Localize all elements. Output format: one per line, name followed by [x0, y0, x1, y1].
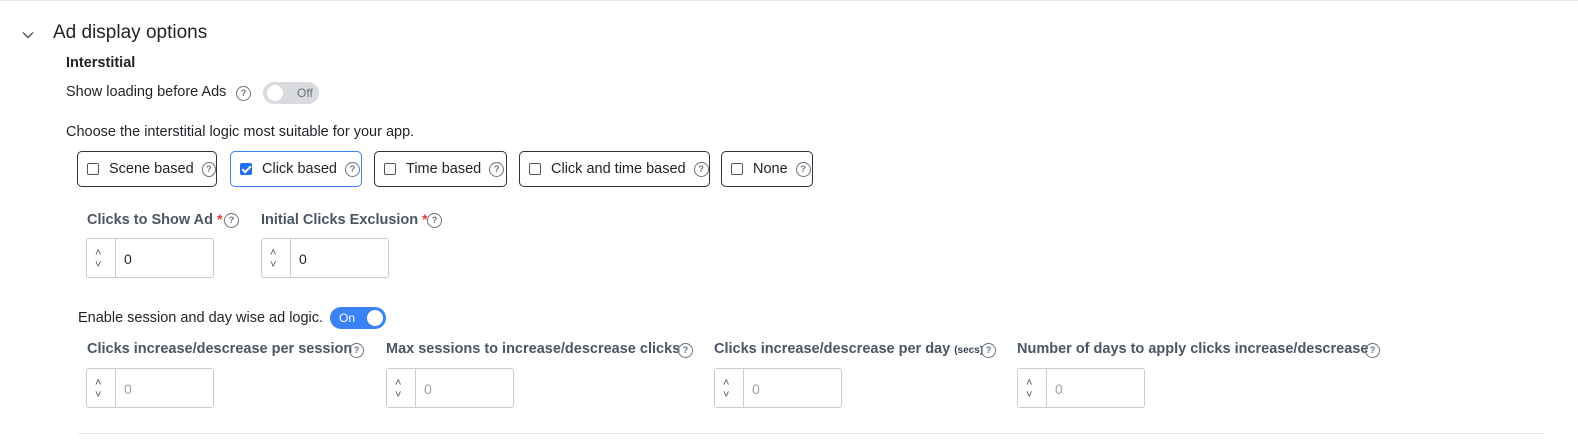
clicks-per-session-input[interactable]: ˄ ˅ 0 [86, 368, 214, 408]
option-label: Scene based [109, 161, 194, 177]
session-logic-toggle[interactable]: On [330, 307, 386, 329]
checkbox-checked[interactable] [240, 163, 252, 175]
option-click-and-time-based[interactable]: Click and time based ? [519, 151, 710, 187]
quantity-stepper[interactable]: ˄ ˅ [387, 369, 416, 407]
logic-prompt: Choose the interstitial logic most suita… [66, 124, 415, 140]
required-mark: * [216, 211, 223, 227]
days-to-apply-label: Number of days to apply clicks increase/… [1017, 341, 1369, 357]
input-placeholder[interactable]: 0 [124, 381, 132, 397]
help-icon[interactable]: ? [795, 161, 811, 177]
chevron-up-icon[interactable]: ˄ [1026, 378, 1032, 389]
help-icon[interactable]: ? [981, 343, 996, 358]
clicks-per-day-input[interactable]: ˄ ˅ 0 [714, 368, 842, 408]
session-logic-label: Enable session and day wise ad logic. [78, 310, 324, 326]
option-label: Click based [262, 161, 337, 177]
option-scene-based[interactable]: Scene based ? [77, 151, 217, 187]
chevron-down-icon[interactable]: ˅ [1026, 390, 1032, 401]
initial-clicks-exclusion-label: Initial Clicks Exclusion * [261, 211, 428, 228]
unit-label: (secs) [954, 345, 984, 356]
show-loading-toggle[interactable]: Off [263, 82, 319, 104]
field-label-text: Clicks to Show Ad [87, 212, 213, 228]
option-label: Time based [406, 161, 482, 177]
chevron-up-icon[interactable]: ˄ [95, 378, 101, 389]
input-value[interactable]: 0 [124, 251, 132, 267]
chevron-down-icon[interactable]: ˅ [95, 390, 101, 401]
clicks-to-show-ad-label: Clicks to Show Ad * [87, 211, 222, 228]
initial-clicks-exclusion-input[interactable]: ˄ ˅ 0 [261, 238, 389, 278]
bottom-divider [78, 433, 1545, 434]
chevron-down-icon[interactable]: ˅ [395, 390, 401, 401]
help-icon[interactable]: ? [236, 86, 251, 101]
help-icon[interactable]: ? [427, 213, 442, 228]
chevron-down-icon[interactable]: ˅ [723, 390, 729, 401]
help-icon[interactable]: ? [693, 161, 709, 177]
help-icon[interactable]: ? [1365, 343, 1380, 358]
quantity-stepper[interactable]: ˄ ˅ [1018, 369, 1047, 407]
option-click-based[interactable]: Click based ? [230, 151, 362, 187]
option-label: None [753, 161, 788, 177]
max-sessions-label: Max sessions to increase/descrease click… [386, 341, 681, 357]
clicks-per-day-label: Clicks increase/descrease per day (secs) [714, 341, 983, 357]
interstitial-title: Interstitial [66, 55, 136, 71]
toggle-state-text: On [339, 311, 356, 325]
chevron-down-icon[interactable]: ˅ [270, 260, 276, 271]
input-placeholder[interactable]: 0 [424, 381, 432, 397]
max-sessions-input[interactable]: ˄ ˅ 0 [386, 368, 514, 408]
show-loading-label: Show loading before Ads [66, 84, 227, 100]
toggle-knob [367, 310, 383, 326]
chevron-down-icon[interactable] [20, 27, 36, 43]
chevron-up-icon[interactable]: ˄ [95, 248, 101, 259]
quantity-stepper[interactable]: ˄ ˅ [87, 239, 116, 277]
quantity-stepper[interactable]: ˄ ˅ [87, 369, 116, 407]
checkbox[interactable] [384, 163, 396, 175]
help-icon[interactable]: ? [344, 161, 360, 177]
option-none[interactable]: None ? [721, 151, 813, 187]
chevron-up-icon[interactable]: ˄ [395, 378, 401, 389]
input-placeholder[interactable]: 0 [1055, 381, 1063, 397]
help-icon[interactable]: ? [678, 343, 693, 358]
toggle-state-text: Off [297, 86, 313, 100]
quantity-stepper[interactable]: ˄ ˅ [262, 239, 291, 277]
toggle-knob [267, 85, 283, 101]
chevron-up-icon[interactable]: ˄ [270, 248, 276, 259]
top-divider [0, 0, 1578, 1]
chevron-down-icon[interactable]: ˅ [95, 260, 101, 271]
help-icon[interactable]: ? [349, 343, 364, 358]
help-icon[interactable]: ? [224, 213, 239, 228]
input-placeholder[interactable]: 0 [752, 381, 760, 397]
help-icon[interactable]: ? [489, 161, 505, 177]
section-title[interactable]: Ad display options [53, 22, 207, 44]
help-icon[interactable]: ? [201, 161, 216, 177]
field-label-text: Initial Clicks Exclusion [261, 212, 419, 228]
checkbox[interactable] [87, 163, 99, 175]
field-label-text: Clicks increase/descrease per day [714, 341, 951, 357]
checkbox[interactable] [529, 163, 541, 175]
days-to-apply-input[interactable]: ˄ ˅ 0 [1017, 368, 1145, 408]
option-time-based[interactable]: Time based ? [374, 151, 507, 187]
quantity-stepper[interactable]: ˄ ˅ [715, 369, 744, 407]
checkbox[interactable] [731, 163, 743, 175]
clicks-per-session-label: Clicks increase/descrease per session [87, 341, 353, 357]
input-value[interactable]: 0 [299, 251, 307, 267]
option-label: Click and time based [551, 161, 686, 177]
chevron-up-icon[interactable]: ˄ [723, 378, 729, 389]
clicks-to-show-ad-input[interactable]: ˄ ˅ 0 [86, 238, 214, 278]
